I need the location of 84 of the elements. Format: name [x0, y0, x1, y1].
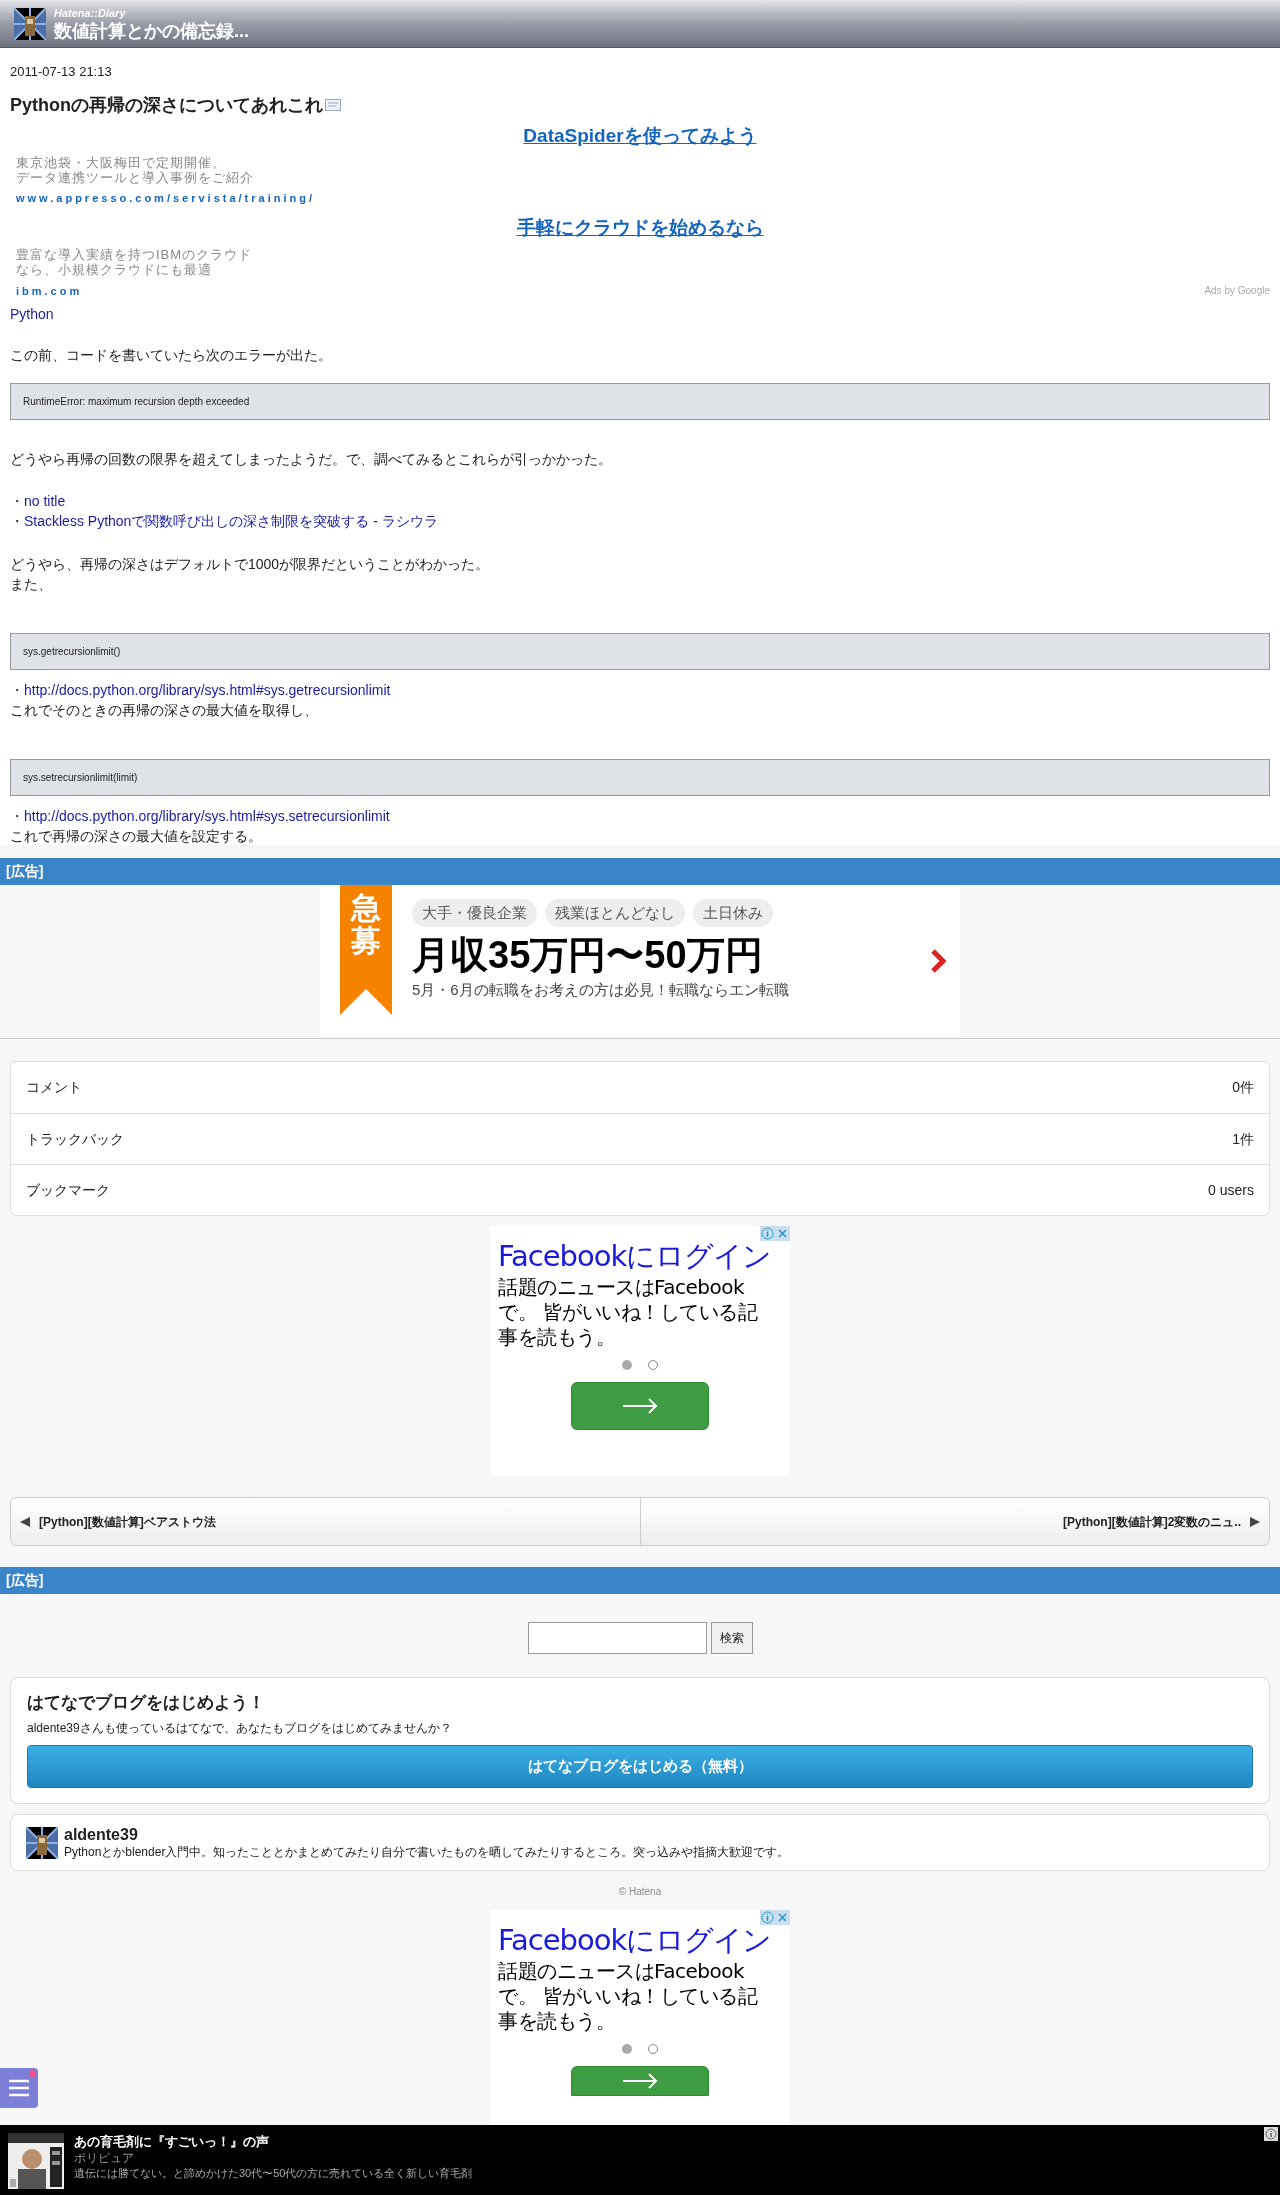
ad-body: 話題のニュースはFacebookで。 皆がいいね！している記事を読もう。 [498, 1275, 759, 1350]
info-icon[interactable] [1264, 2127, 1278, 2141]
bottom-ad-bar[interactable]: あの育毛剤に『すごいっ！』の声 ポリピュア 遺伝には勝てない。と諦めかけた30代〜50代の方に売れている全く新しい育毛剤 [0, 2125, 1280, 2195]
entry-title: Pythonの再帰の深さについてあれこれ [10, 95, 323, 115]
tag-chip: 大手・優良企業 [412, 899, 537, 927]
text-link[interactable]: http://docs.python.org/library/sys.html#sys.setrecursionlimit [24, 808, 390, 824]
code-block: RuntimeError: maximum recursion depth exceeded [10, 383, 1270, 420]
bottom-ad-source: ポリピュア [74, 2151, 135, 2166]
text-link[interactable]: http://docs.python.org/library/sys.html#sys.getrecursionlimit [24, 682, 391, 698]
ad-link[interactable]: DataSpiderを使ってみよう [523, 125, 757, 146]
category-link[interactable]: Python [10, 304, 54, 324]
avatar-icon [14, 7, 46, 40]
body-text: この前、コードを書いていたら次のエラーが出た。 [10, 347, 332, 363]
stats-label: トラックバック [26, 1129, 124, 1149]
menu-button[interactable] [0, 2068, 38, 2108]
bullet-text: ・ [10, 682, 24, 698]
ad-body: 話題のニュースはFacebookで。 皆がいいね！している記事を読もう。 [498, 1959, 759, 2034]
triangle-right-icon [1249, 1515, 1261, 1528]
bullet-text: ・ [10, 808, 24, 824]
stats-row[interactable]: コメント 0件 [11, 1062, 1269, 1113]
stats-label: コメント [26, 1078, 82, 1097]
copyright: © Hatena [618, 1885, 662, 1899]
close-icon[interactable] [775, 1226, 790, 1241]
stats-row[interactable]: ブックマーク 0 users [11, 1164, 1269, 1215]
ad-headline: 月収35万円〜50万円 [412, 933, 764, 978]
next-entry-link[interactable]: [Python][数値計算]2変数のニュ.. [640, 1498, 1269, 1545]
body-text: これで再帰の深さの最大値を設定する。 [10, 828, 262, 844]
next-button[interactable] [571, 1382, 709, 1430]
ad-url[interactable]: ibm.com [16, 283, 83, 298]
triangle-left-icon [19, 1515, 31, 1528]
job-ad-banner[interactable]: 急募 大手・優良企業 残業ほとんどなし 土日休み 月収35万円〜50万円 5月・6月の転職をお考えの方は必見！転職ならエン転職 [320, 885, 960, 1037]
section-label: [広告] [6, 862, 44, 881]
profile-bio: Pythonとかblender入門中。知ったこととかまとめてみたり自分で書いたものを晒してみたりするところ。突っ込みや指摘大歓迎です。 [64, 1845, 790, 1860]
ribbon-icon [340, 885, 392, 1015]
ad-subtext: 5月・6月の転職をお考えの方は必見！転職ならエン転職 [412, 980, 789, 1000]
text-link[interactable]: Stackless Pythonで関数呼び出しの深さ制限を突破する - ラシウラ [24, 513, 438, 529]
entry-date: 2011-07-13 21:13 [10, 63, 113, 81]
search-field[interactable] [527, 1622, 707, 1654]
ads-by-label: Ads by Google [1204, 284, 1270, 298]
ad-title: Facebookにログイン [498, 1925, 773, 1955]
tag-chip: 残業ほとんどなし [545, 899, 685, 927]
stats-row[interactable]: トラックバック 1件 [11, 1113, 1269, 1164]
signup-text: aldente39さんも使っているはてなで、あなたもブログをはじめてみませんか？ [27, 1720, 453, 1736]
search-button[interactable]: 検索 [710, 1622, 753, 1654]
info-icon[interactable] [760, 1226, 775, 1241]
body-text: また、 [10, 576, 52, 592]
next-button[interactable] [571, 2066, 709, 2096]
bullet-text: ・ [10, 513, 24, 529]
code-block: sys.getrecursionlimit() [10, 633, 1270, 670]
signup-title: はてなでブログをはじめよう！ [27, 1692, 266, 1714]
bullet-text: ・ [10, 493, 24, 509]
arrow-right-icon [622, 2073, 658, 2089]
bottom-ad-title: あの育毛剤に『すごいっ！』の声 [74, 2133, 270, 2151]
close-icon[interactable] [775, 1910, 790, 1925]
text-link[interactable]: no title [24, 493, 66, 509]
display-ad[interactable]: Facebookにログイン 話題のニュースはFacebookで。 皆がいいね！している記事を読もう。 [490, 1910, 790, 2127]
stats-value: 1件 [1232, 1129, 1254, 1149]
ad-description: データ連携ツールと導入事例をご紹介 [16, 170, 255, 185]
previous-entry-link[interactable]: [Python][数値計算]ベアストウ法 [11, 1498, 641, 1545]
body-text: これでそのときの再帰の深さの最大値を取得し、 [10, 702, 318, 718]
tag-chip: 土日休み [693, 899, 773, 927]
info-icon[interactable] [760, 1910, 775, 1925]
ad-description: 東京池袋・大阪梅田で定期開催。 [16, 155, 227, 170]
ad-link[interactable]: 手軽にクラウドを始めるなら [516, 217, 764, 238]
avatar-icon [26, 1826, 58, 1859]
ad-url[interactable]: www.appresso.com/servista/training/ [16, 191, 315, 205]
stats-value: 0件 [1232, 1078, 1254, 1097]
body-text: どうやら再帰の回数の限界を超えてしまったようだ。で、調べてみるとこれらが引っかかった。 [10, 451, 612, 467]
profile-name[interactable]: aldente39 [64, 1825, 790, 1845]
stats-value: 0 users [1208, 1180, 1254, 1200]
display-ad[interactable]: Facebookにログイン 話題のニュースはFacebookで。 皆がいいね！している記事を読もう。 [490, 1226, 790, 1476]
bottom-ad-text: 遺伝には勝てない。と諦めかけた30代〜50代の方に売れている全く新しい育毛剤 [74, 2166, 473, 2180]
ad-description: なら、小規模クラウドにも最適 [16, 262, 213, 277]
small-card-icon[interactable] [325, 99, 341, 111]
section-label: [広告] [6, 1571, 44, 1590]
arrow-right-icon [622, 1398, 658, 1414]
stats-label: ブックマーク [26, 1180, 110, 1200]
body-text: どうやら、再帰の深さはデフォルトで1000が限界だということがわかった。 [10, 556, 490, 572]
menu-icon [8, 2079, 30, 2097]
ad-title: Facebookにログイン [498, 1241, 773, 1271]
ad-description: 豊富な導入実績を持つIBMのクラウド [16, 247, 254, 262]
chevron-right-icon [930, 948, 946, 974]
ribbon-text: 急募 [351, 891, 381, 957]
code-block: sys.setrecursionlimit(limit) [10, 759, 1270, 796]
